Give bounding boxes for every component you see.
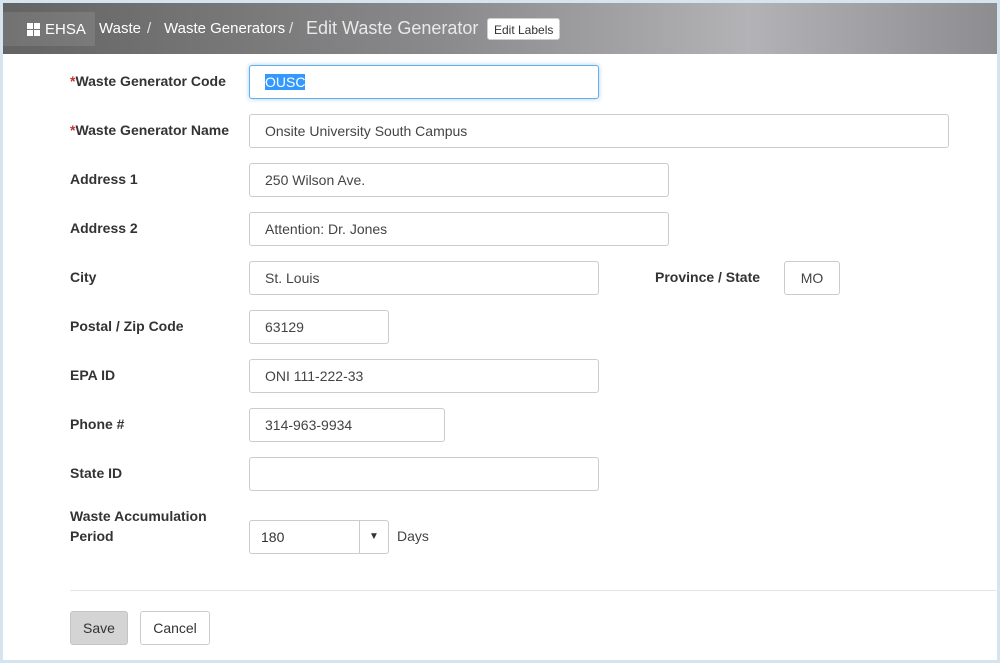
- app-window: EHSA Waste / Waste Generators / Edit Was…: [0, 0, 1000, 663]
- page-title: Edit Waste Generator: [306, 18, 479, 38]
- waste-generator-name-input[interactable]: Onsite University South Campus: [249, 114, 949, 148]
- edit-labels-button[interactable]: Edit Labels: [487, 18, 561, 40]
- phone-label: Phone #: [70, 416, 125, 432]
- waste-generator-code-label: *Waste Generator Code: [70, 73, 226, 89]
- postal-code-label: Postal / Zip Code: [70, 318, 184, 334]
- grid-icon: [27, 23, 40, 36]
- address-2-label: Address 2: [70, 220, 138, 236]
- address-2-input[interactable]: Attention: Dr. Jones: [249, 212, 669, 246]
- breadcrumb-separator: /: [147, 20, 152, 37]
- city-input[interactable]: St. Louis: [249, 261, 599, 295]
- province-state-input[interactable]: MO: [784, 261, 840, 295]
- brand-menu-button[interactable]: EHSA: [3, 12, 95, 46]
- phone-input[interactable]: 314-963-9934: [249, 408, 445, 442]
- address-1-input[interactable]: 250 Wilson Ave.: [249, 163, 669, 197]
- address-1-label: Address 1: [70, 171, 138, 187]
- breadcrumb-waste[interactable]: Waste: [99, 20, 141, 38]
- state-id-input[interactable]: [249, 457, 599, 491]
- waste-accumulation-selected-value: 180: [261, 529, 285, 545]
- waste-generator-code-input[interactable]: OUSC: [249, 65, 599, 99]
- epa-id-input[interactable]: ONI 111-222-33: [249, 359, 599, 393]
- selected-text: OUSC: [265, 74, 306, 90]
- cancel-button[interactable]: Cancel: [140, 611, 210, 645]
- days-unit-label: Days: [397, 528, 429, 544]
- breadcrumb-waste-generators[interactable]: Waste Generators: [164, 20, 285, 38]
- breadcrumb-separator: /: [289, 20, 294, 37]
- state-id-label: State ID: [70, 465, 123, 481]
- save-button[interactable]: Save: [70, 611, 128, 645]
- top-navigation-bar: EHSA Waste / Waste Generators / Edit Was…: [3, 3, 997, 54]
- postal-code-input[interactable]: 63129: [249, 310, 389, 344]
- form-divider: [70, 590, 1000, 591]
- waste-accumulation-label-line1: Waste Accumulation: [70, 508, 207, 524]
- chevron-down-icon[interactable]: ▼: [359, 521, 388, 553]
- waste-accumulation-label-line2: Period: [70, 528, 114, 544]
- waste-generator-name-label: *Waste Generator Name: [70, 122, 229, 138]
- waste-accumulation-select[interactable]: 180 ▼: [249, 520, 389, 554]
- city-label: City: [70, 269, 97, 285]
- province-state-label: Province / State: [655, 269, 761, 285]
- brand-label: EHSA: [45, 20, 86, 38]
- epa-id-label: EPA ID: [70, 367, 116, 383]
